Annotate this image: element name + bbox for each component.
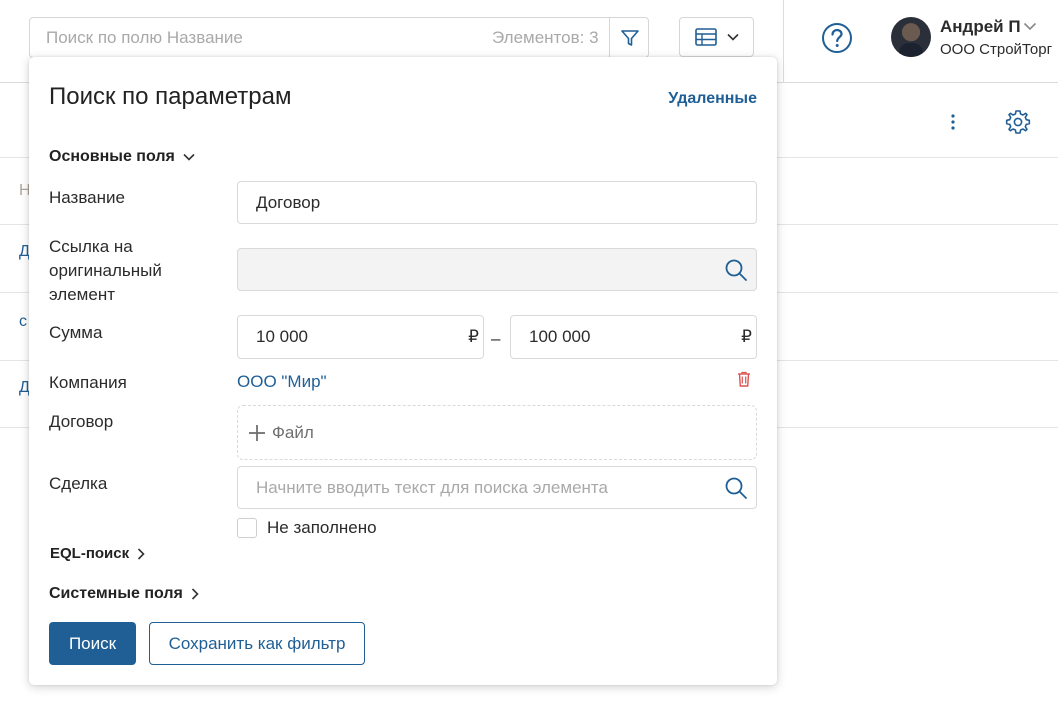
section-label: Системные поля [49,585,183,602]
file-label: Файл [272,422,314,442]
filter-button[interactable] [609,18,649,57]
user-company: ООО СтройТорг [940,41,1053,58]
sum-from-input[interactable]: 10 000 ₽ [237,315,484,359]
chevron-right-icon [191,588,199,600]
name-value: Договор [256,192,321,212]
avatar[interactable] [891,17,931,57]
trash-icon[interactable] [737,371,751,387]
chevron-down-icon[interactable] [1023,22,1037,31]
plus-icon [249,424,265,441]
name-label: Название [49,188,125,207]
table-icon [694,28,717,46]
file-upload[interactable]: Файл [237,405,757,460]
section-main-fields[interactable]: Основные поля [49,148,195,166]
sum-label: Сумма [49,323,103,342]
sum-from-value: 10 000 [256,327,308,346]
search-icon[interactable] [724,476,748,500]
divider [783,0,784,83]
search-icon[interactable] [724,258,748,282]
search-box: Элементов: 3 [29,17,649,58]
range-dash: – [491,329,501,348]
deal-placeholder: Начните вводить текст для поиска элемент… [256,477,608,497]
table-row-link[interactable]: с [19,313,27,331]
empty-checkbox[interactable] [237,518,257,538]
section-label: EQL-поиск [50,545,130,562]
search-button[interactable]: Поиск [49,622,136,665]
sum-to-value: 100 000 [529,327,591,346]
empty-checkbox-row[interactable]: Не заполнено [237,518,377,538]
save-filter-button[interactable]: Сохранить как фильтр [149,622,365,665]
contract-label: Договор [49,412,114,431]
deleted-link[interactable]: Удаленные [668,90,757,108]
link-input[interactable] [237,248,757,291]
chevron-down-icon [726,33,739,41]
filter-icon [620,29,639,46]
gear-icon[interactable] [1005,109,1031,135]
deal-label: Сделка [49,474,108,493]
section-system-fields[interactable]: Системные поля [49,585,199,603]
empty-checkbox-label: Не заполнено [267,518,377,537]
ruble-sign: ₽ [468,327,479,346]
link-label: Ссылка на оригинальный элемент [49,237,162,304]
section-label: Основные поля [49,148,175,165]
panel-title: Поиск по параметрам [49,83,292,110]
deal-input[interactable]: Начните вводить текст для поиска элемент… [237,466,757,509]
name-input[interactable]: Договор [237,181,757,224]
page: Элементов: 3 [0,0,1058,702]
ruble-sign: ₽ [741,327,752,346]
more-vertical-icon[interactable] [945,113,961,131]
sum-to-input[interactable]: 100 000 ₽ [510,315,757,359]
chevron-down-icon [183,153,195,161]
user-name[interactable]: Андрей П [940,17,1021,37]
chevron-right-icon [138,547,145,560]
elements-count: Элементов: 3 [492,28,599,47]
help-icon [822,23,852,53]
search-input[interactable] [30,18,470,57]
company-label: Компания [49,373,127,392]
view-switch-button[interactable] [679,17,754,57]
company-link[interactable]: ООО "Мир" [237,372,327,392]
help-button[interactable] [821,22,853,54]
section-eql[interactable]: EQL-поиск [50,545,145,562]
search-params-panel: Поиск по параметрам Удаленные Основные п… [29,57,777,685]
